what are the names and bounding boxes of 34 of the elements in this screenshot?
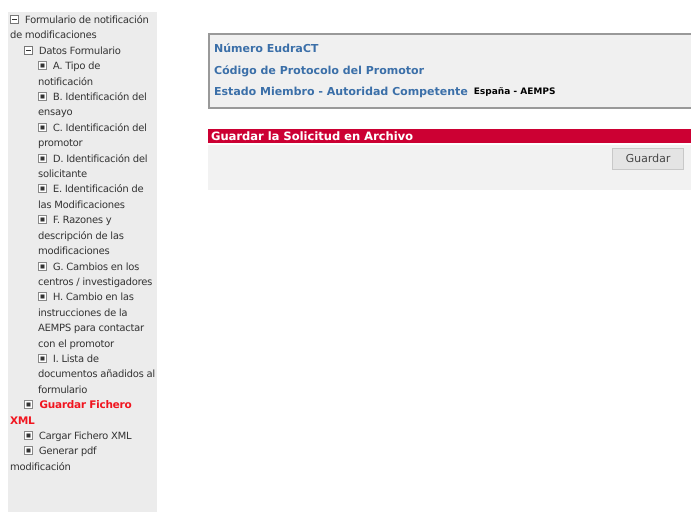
bullet-icon bbox=[38, 61, 47, 70]
bullet-icon bbox=[38, 215, 47, 224]
bullet-icon bbox=[38, 354, 47, 363]
bullet-icon bbox=[38, 122, 47, 132]
section-header: Guardar la Solicitud en Archivo bbox=[208, 128, 691, 142]
collapse-icon[interactable] bbox=[10, 15, 19, 24]
bullet-icon bbox=[24, 400, 33, 410]
tree-item[interactable]: F. Razones y descripción de las modificaciones bbox=[8, 213, 157, 260]
tree-item[interactable]: Generar pdf modificación bbox=[8, 444, 157, 476]
tree-item[interactable]: A. Tipo de notificación bbox=[8, 59, 157, 90]
bullet-icon bbox=[24, 446, 33, 456]
bullet-icon bbox=[38, 154, 47, 163]
collapse-icon[interactable] bbox=[24, 46, 33, 55]
bullet-icon bbox=[38, 292, 47, 302]
bullet-icon bbox=[38, 184, 47, 194]
bullet-icon bbox=[38, 92, 47, 102]
tree-item[interactable]: I. Lista de documentos añadidos al formulario bbox=[8, 352, 157, 398]
field-label: Código de Protocolo del Promotor bbox=[214, 64, 424, 77]
tree-item[interactable]: D. Identificación del solicitante bbox=[8, 152, 157, 182]
save-button[interactable]: Guardar bbox=[612, 148, 684, 170]
tree-item[interactable]: Formulario de notificación de modificaciones bbox=[8, 13, 157, 44]
tree-item[interactable]: Cargar Fichero XML bbox=[8, 428, 157, 444]
bullet-icon bbox=[24, 430, 33, 440]
tree-item[interactable]: Guardar Fichero XML bbox=[8, 398, 157, 429]
tree-item[interactable]: C. Identificación del promotor bbox=[8, 120, 157, 152]
field-value: España - AEMPS bbox=[474, 86, 556, 97]
tree-item[interactable]: G. Cambios en los centros / investigadores bbox=[8, 260, 157, 290]
tree-item[interactable]: Datos Formulario bbox=[8, 44, 157, 60]
tree-item[interactable]: H. Cambio en las instrucciones de la AEMPS para contactar con el promotor bbox=[8, 290, 157, 352]
tree-item[interactable]: E. Identificación de las Modificaciones bbox=[8, 182, 157, 214]
field-label: Número EudraCT bbox=[214, 42, 318, 56]
tree-item[interactable]: B. Identificación del ensayo bbox=[8, 90, 157, 121]
field-label: Estado Miembro - Autoridad Competente bbox=[214, 85, 468, 98]
bullet-icon bbox=[38, 262, 47, 270]
